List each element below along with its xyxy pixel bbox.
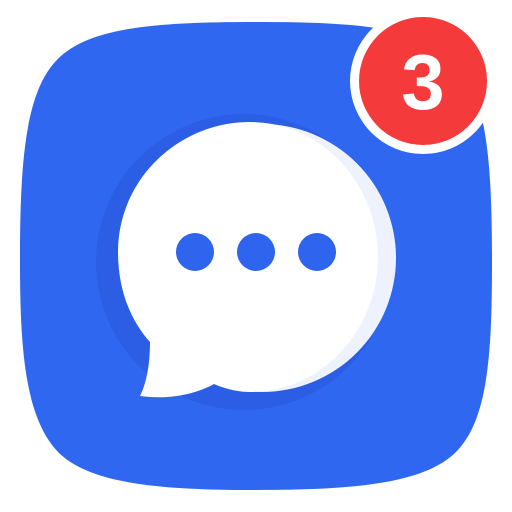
typing-dot-3 bbox=[298, 233, 336, 271]
notification-count: 3 bbox=[401, 38, 445, 126]
typing-dot-1 bbox=[176, 233, 214, 271]
typing-dot-2 bbox=[237, 233, 275, 271]
notification-badge: 3 bbox=[350, 8, 496, 154]
messages-app-icon[interactable]: 3 bbox=[0, 0, 512, 512]
